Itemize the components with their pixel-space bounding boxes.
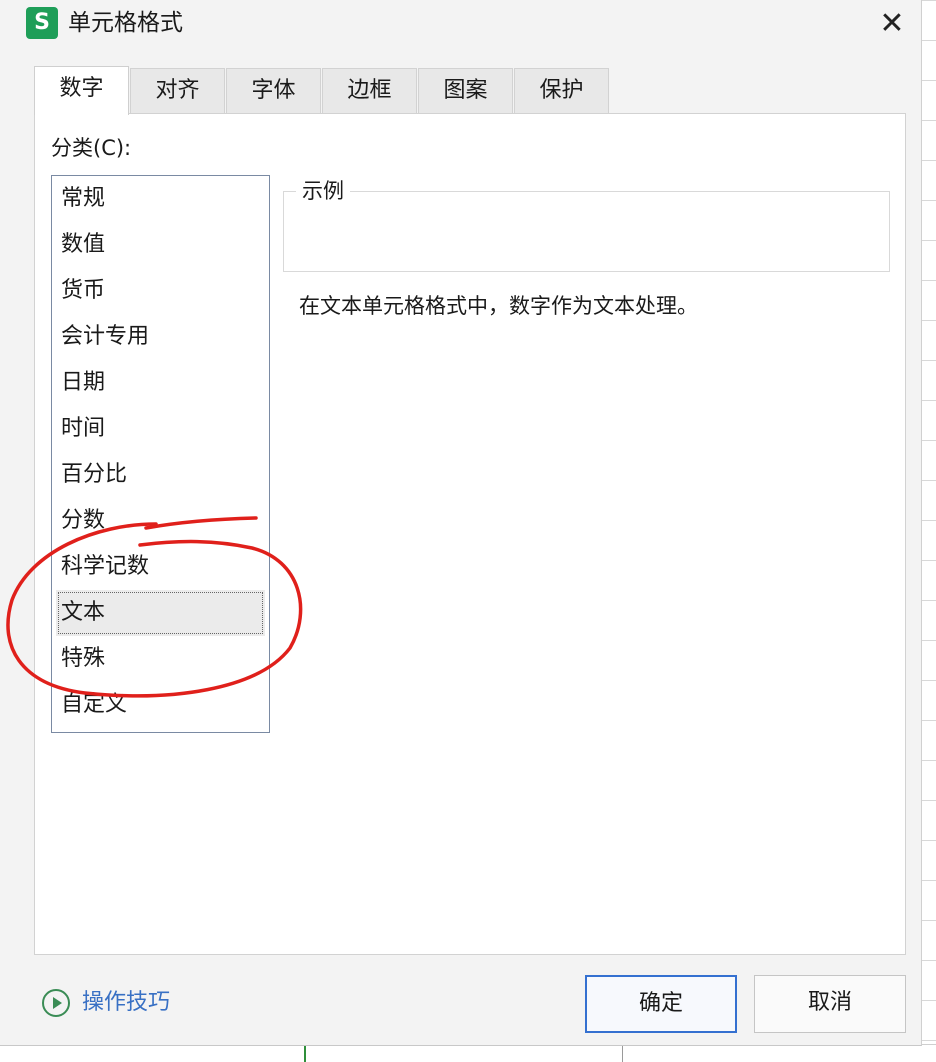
ok-button[interactable]: 确定: [585, 975, 737, 1033]
category-item-scientific[interactable]: 科学记数: [52, 544, 269, 590]
tab-font[interactable]: 字体: [226, 68, 321, 114]
category-item-number[interactable]: 数值: [52, 222, 269, 268]
format-description: 在文本单元格格式中，数字作为文本处理。: [299, 294, 698, 318]
category-item-custom[interactable]: 自定义: [52, 682, 269, 728]
tab-number[interactable]: 数字: [34, 66, 129, 115]
category-item-currency[interactable]: 货币: [52, 268, 269, 314]
sample-group: 示例: [283, 178, 890, 272]
category-item-date[interactable]: 日期: [52, 360, 269, 406]
cancel-button[interactable]: 取消: [754, 975, 906, 1033]
tab-protection[interactable]: 保护: [514, 68, 609, 114]
background-gridline: [622, 1045, 623, 1062]
category-listbox[interactable]: 常规 数值 货币 会计专用 日期 时间 百分比 分数 科学记数 文本 特殊 自定…: [51, 175, 270, 733]
tab-pattern[interactable]: 图案: [418, 68, 513, 114]
category-item-general[interactable]: 常规: [52, 176, 269, 222]
category-label: 分类(C):: [51, 136, 132, 160]
background-spreadsheet-bottom: [0, 1044, 936, 1062]
tab-alignment[interactable]: 对齐: [130, 68, 225, 114]
category-item-text[interactable]: 文本: [56, 590, 265, 636]
background-spreadsheet: [920, 0, 936, 1062]
category-item-fraction[interactable]: 分数: [52, 498, 269, 544]
category-item-time[interactable]: 时间: [52, 406, 269, 452]
category-item-accounting[interactable]: 会计专用: [52, 314, 269, 360]
format-cells-dialog: S 单元格格式 ✕ 数字 对齐 字体 边框 图案 保护 分类(C): 常规 数值…: [0, 0, 922, 1046]
close-icon[interactable]: ✕: [868, 4, 916, 46]
sample-legend: 示例: [296, 178, 350, 204]
category-item-percentage[interactable]: 百分比: [52, 452, 269, 498]
background-gridline-green: [304, 1045, 306, 1062]
category-item-special[interactable]: 特殊: [52, 636, 269, 682]
number-tab-panel: 分类(C): 常规 数值 货币 会计专用 日期 时间 百分比 分数 科学记数 文…: [34, 113, 906, 955]
tab-border[interactable]: 边框: [322, 68, 417, 114]
wps-spreadsheet-icon: S: [26, 7, 58, 39]
play-circle-icon: [42, 989, 70, 1017]
title-bar: S 单元格格式 ✕: [0, 0, 922, 52]
dialog-title: 单元格格式: [68, 10, 183, 36]
tips-label: 操作技巧: [82, 990, 171, 1015]
